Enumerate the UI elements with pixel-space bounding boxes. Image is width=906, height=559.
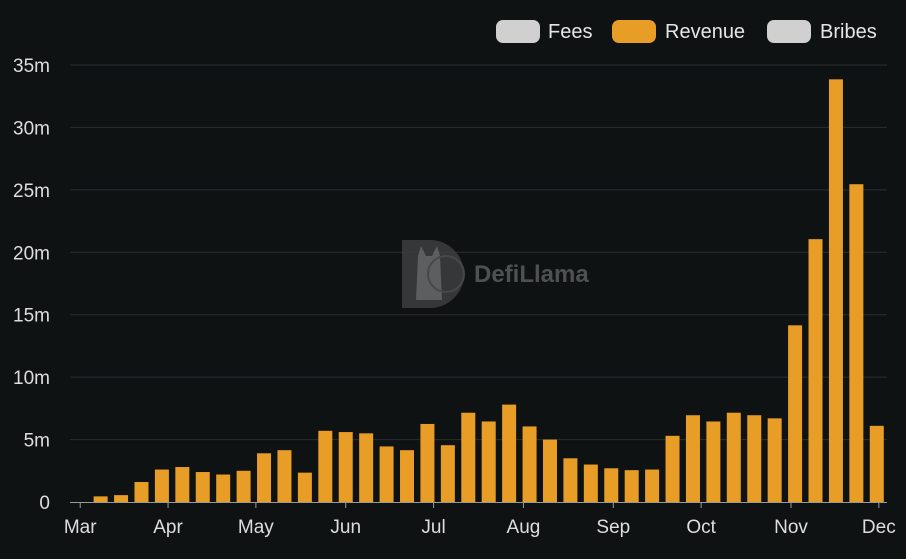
revenue-bar[interactable] xyxy=(542,439,557,502)
revenue-bar[interactable] xyxy=(297,472,312,502)
y-tick-label: 30m xyxy=(13,118,50,139)
x-tick-label: Dec xyxy=(862,517,896,538)
y-tick-label: 35m xyxy=(13,56,50,77)
x-tick-label: Apr xyxy=(153,517,183,538)
x-tick-label: Oct xyxy=(686,517,716,538)
revenue-bar[interactable] xyxy=(93,496,108,502)
revenue-bar[interactable] xyxy=(726,412,741,502)
revenue-bar[interactable] xyxy=(808,239,823,502)
x-tick-label: Aug xyxy=(507,517,541,538)
revenue-bar[interactable] xyxy=(154,469,169,502)
defillama-logo-icon xyxy=(402,240,465,308)
x-tick-label: Mar xyxy=(64,517,97,538)
defillama-watermark: DefiLlama xyxy=(402,240,589,308)
revenue-bar[interactable] xyxy=(440,445,455,502)
revenue-bar[interactable] xyxy=(175,467,190,502)
y-tick-label: 0 xyxy=(39,493,50,514)
revenue-bar[interactable] xyxy=(828,79,843,503)
legend-item-revenue[interactable]: Revenue xyxy=(612,20,745,43)
revenue-bar[interactable] xyxy=(706,421,721,502)
revenue-bar[interactable] xyxy=(338,432,353,502)
legend-swatch xyxy=(767,20,811,43)
y-tick-label: 20m xyxy=(13,243,50,264)
chart-container: DefiLlama 0 5m 10m 15m 20m 25m 30m 35m Mar Apr May… xyxy=(0,0,906,559)
revenue-bar[interactable] xyxy=(522,426,537,502)
revenue-bar[interactable] xyxy=(481,421,496,502)
revenue-bar[interactable] xyxy=(563,458,578,502)
revenue-bar[interactable] xyxy=(645,469,660,502)
x-tick-label: Sep xyxy=(596,517,630,538)
revenue-bar[interactable] xyxy=(195,472,210,502)
revenue-bar[interactable] xyxy=(747,415,762,502)
watermark-text: DefiLlama xyxy=(474,261,589,288)
revenue-bar[interactable] xyxy=(114,495,129,502)
y-tick-label: 5m xyxy=(24,431,50,452)
revenue-bar-chart: DefiLlama 0 5m 10m 15m 20m 25m 30m 35m Mar Apr May… xyxy=(13,20,896,538)
revenue-bar[interactable] xyxy=(216,474,231,502)
revenue-bar[interactable] xyxy=(849,184,864,502)
y-tick-label: 15m xyxy=(13,306,50,327)
legend-label: Revenue xyxy=(665,21,745,43)
legend-item-fees[interactable]: Fees xyxy=(496,20,592,43)
x-tick-label: Nov xyxy=(774,517,808,538)
x-tick-label: May xyxy=(238,517,274,538)
y-tick-label: 10m xyxy=(13,368,50,389)
legend-label: Fees xyxy=(548,21,592,43)
revenue-bar[interactable] xyxy=(257,453,272,502)
legend-swatch xyxy=(496,20,540,43)
revenue-bar[interactable] xyxy=(318,430,333,502)
legend-label: Bribes xyxy=(820,21,877,43)
revenue-bar[interactable] xyxy=(461,412,476,502)
y-tick-label: 25m xyxy=(13,181,50,202)
legend-swatch xyxy=(612,20,656,43)
legend: Fees Revenue Bribes xyxy=(496,20,877,43)
x-tick-label: Jul xyxy=(421,517,445,538)
revenue-bar[interactable] xyxy=(604,468,619,502)
revenue-bar[interactable] xyxy=(685,415,700,502)
grid-lines xyxy=(70,64,887,441)
revenue-bar[interactable] xyxy=(400,450,415,502)
revenue-bar[interactable] xyxy=(379,446,394,502)
revenue-bar[interactable] xyxy=(420,423,435,502)
revenue-bar[interactable] xyxy=(624,470,639,502)
revenue-bar[interactable] xyxy=(277,450,292,502)
revenue-bar[interactable] xyxy=(502,404,517,502)
revenue-bar[interactable] xyxy=(665,435,680,502)
legend-item-bribes[interactable]: Bribes xyxy=(767,20,877,43)
revenue-bar[interactable] xyxy=(583,464,598,502)
revenue-bar[interactable] xyxy=(869,425,884,502)
revenue-bar[interactable] xyxy=(134,482,149,502)
revenue-bar[interactable] xyxy=(788,325,803,502)
bars xyxy=(93,79,884,503)
x-tick-label: Jun xyxy=(330,517,361,538)
revenue-bar[interactable] xyxy=(236,470,251,502)
revenue-bar[interactable] xyxy=(359,433,374,502)
revenue-bar[interactable] xyxy=(767,418,782,502)
